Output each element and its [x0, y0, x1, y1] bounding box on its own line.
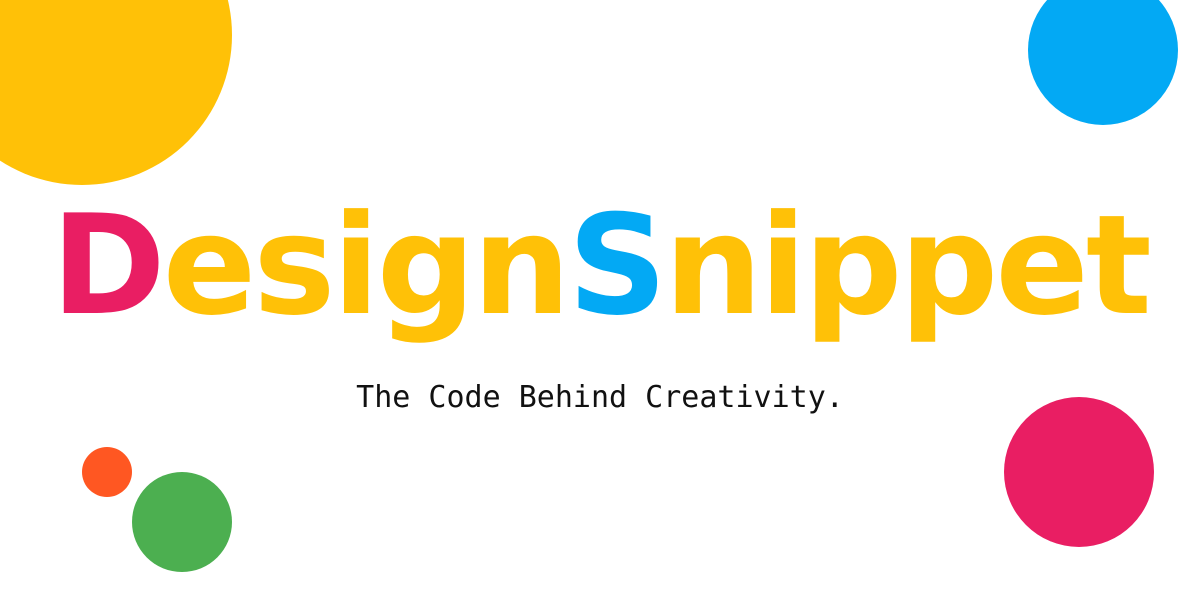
- orange-circle-decoration: [82, 447, 132, 497]
- brand-logo: DesignSnippet: [0, 186, 1200, 346]
- green-circle-decoration: [132, 472, 232, 572]
- blue-circle-decoration: [1028, 0, 1178, 125]
- tagline: The Code Behind Creativity.: [356, 380, 844, 415]
- pink-circle-decoration: [1004, 397, 1154, 547]
- yellow-circle-decoration: [0, 0, 232, 185]
- brand-word-esign: esign: [162, 185, 571, 346]
- brand-letter-s: S: [567, 185, 667, 346]
- banner-canvas: DesignSnippet The Code Behind Creativity…: [0, 0, 1200, 600]
- brand-word-nippet: nippet: [664, 185, 1152, 346]
- brand-letter-d: D: [51, 185, 166, 346]
